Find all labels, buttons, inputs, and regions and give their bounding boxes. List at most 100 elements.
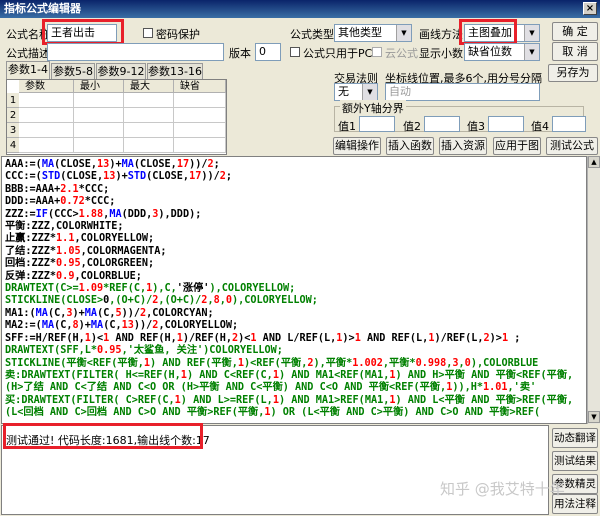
param-cell[interactable] (124, 138, 174, 153)
param-cell[interactable] (174, 138, 226, 153)
param-row-number: 2 (7, 108, 19, 123)
insert-resource-button[interactable]: 插入资源 (439, 137, 487, 155)
code-line: AAA:=(MA(CLOSE,13)+MA(CLOSE,17))/2; (5, 159, 220, 170)
param-row-number: 1 (7, 93, 19, 108)
formula-editor-window: 指标公式编辑器 × 公式名称 王者出击 密码保护 公式类型 其他类型 ▼ 画线方… (0, 0, 600, 516)
tab-params-9-12[interactable]: 参数9-12 (96, 63, 146, 79)
value1-label: 值1 (338, 120, 356, 133)
highlight-draw (459, 19, 517, 45)
code-line: DRAWTEXT(SFF,L*0.95,'太鲨鱼, 关注')COLORYELLO… (5, 345, 283, 357)
code-line: STICKLINE(CLOSE>0,(O+C)/2,(O+C)/2,8,0),C… (5, 295, 318, 307)
code-line: DDD:=AAA+0.72*CCC; (5, 196, 116, 208)
code-line: 反弹:ZZZ*0.9,COLORBLUE; (5, 270, 142, 282)
param-cell[interactable] (174, 93, 226, 108)
tab-params-5-8[interactable]: 参数5-8 (51, 63, 95, 79)
code-line: 了结:ZZZ*1.05,COLORMAGENTA; (5, 245, 167, 257)
tab-params-1-4[interactable]: 参数1-4 (6, 61, 50, 79)
param-cell[interactable] (74, 123, 124, 138)
decimals-select[interactable]: 缺省位数 ▼ (464, 43, 540, 61)
pc-only-label: 公式只用于PC (303, 47, 373, 60)
cancel-button[interactable]: 取 消 (552, 42, 598, 61)
scroll-down-icon[interactable]: ▼ (588, 411, 600, 423)
param-cell[interactable] (174, 123, 226, 138)
value4-label: 值4 (531, 120, 549, 133)
save-as-button[interactable]: 另存为 (548, 64, 598, 82)
code-line: 回档:ZZZ*0.95,COLORGREEN; (5, 258, 155, 270)
chevron-down-icon: ▼ (524, 44, 539, 60)
type-select[interactable]: 其他类型 ▼ (334, 24, 412, 42)
code-line: 止赢:ZZZ*1.1,COLORYELLOW; (5, 233, 155, 245)
tab-params-13-16[interactable]: 参数13-16 (147, 63, 203, 79)
code-line: STICKLINE(平衡<REF(平衡,1) AND REF(平衡,1)<REF… (5, 357, 539, 369)
test-formula-button[interactable]: 测试公式 (546, 137, 598, 155)
code-line: 平衡:ZZZ,COLORWHITE; (5, 221, 124, 233)
code-scrollbar[interactable]: ▲ ▼ (587, 156, 600, 424)
code-line: CCC:=(STD(CLOSE,13)+STD(CLOSE,17))/2; (5, 171, 233, 183)
param-cell[interactable] (19, 93, 74, 108)
cloud-label: 云公式 (385, 47, 418, 60)
param-cell[interactable] (124, 108, 174, 123)
value2-label: 值2 (403, 120, 421, 133)
version-input[interactable]: 0 (255, 43, 281, 61)
insert-function-button[interactable]: 插入函数 (386, 137, 434, 155)
decimals-label: 显示小数 (419, 47, 463, 60)
param-header-name: 参数 (19, 80, 74, 93)
code-line: BBB:=AAA+2.1*CCC; (5, 183, 110, 195)
param-row-number: 4 (7, 138, 19, 153)
highlight-name (42, 19, 124, 45)
decimals-value: 缺省位数 (468, 45, 512, 58)
window-title: 指标公式编辑器 (4, 2, 81, 15)
desc-input[interactable] (47, 43, 224, 61)
code-line: 买:DRAWTEXT(FILTER( C>REF(C,1) AND L>=REF… (5, 394, 574, 406)
password-label: 密码保护 (156, 28, 200, 41)
ok-button[interactable]: 确 定 (552, 22, 598, 41)
code-line: ZZZ:=IF(CCC>1.88,MA(DDD,3),DDD); (5, 208, 202, 220)
apply-to-chart-button[interactable]: 应用于图 (493, 137, 541, 155)
close-icon[interactable]: × (583, 2, 597, 15)
param-cell[interactable] (174, 108, 226, 123)
chevron-down-icon: ▼ (524, 25, 539, 41)
coord-input[interactable]: 自动 (385, 83, 540, 101)
param-header-max: 最大 (124, 80, 174, 93)
watermark: 知乎 @我艾特十年 (440, 480, 565, 498)
value3-label: 值3 (467, 120, 485, 133)
param-cell[interactable] (74, 138, 124, 153)
code-line: MA2:=(MA(C,8)+MA(C,13))/2,COLORYELLOW; (5, 320, 239, 332)
trade-rule-select[interactable]: 无 ▼ (334, 83, 378, 101)
param-cell[interactable] (19, 108, 74, 123)
code-line: (L<回档 AND C>回档 AND C>O AND 平衡>REF(平衡,1) … (5, 407, 541, 419)
value1-input[interactable] (359, 116, 395, 132)
param-cell[interactable] (19, 123, 74, 138)
param-table: 参数 最小 最大 缺省 1 2 3 4 (6, 79, 227, 155)
code-line: MA1:(MA(C,3)+MA(C,5))/2,COLORCYAN; (5, 307, 214, 319)
draw-method-label: 画线方法 (419, 28, 463, 41)
code-line: SFF:=H/REF(H,1)<1 AND REF(H,1)/REF(H,2)<… (5, 332, 521, 344)
edit-ops-button[interactable]: 编辑操作 (333, 137, 381, 155)
extra-axis-label: 额外Y轴分界 (340, 100, 406, 116)
param-cell[interactable] (19, 138, 74, 153)
chevron-down-icon: ▼ (362, 84, 377, 100)
param-cell[interactable] (74, 108, 124, 123)
desc-label: 公式描述 (6, 47, 50, 60)
value2-input[interactable] (424, 116, 460, 132)
scroll-up-icon[interactable]: ▲ (588, 156, 600, 168)
param-header-min: 最小 (74, 80, 124, 93)
dynamic-translate-button[interactable]: 动态翻译 (552, 428, 598, 448)
type-label: 公式类型 (290, 28, 334, 41)
code-text: AAA:=(MA(CLOSE,13)+MA(CLOSE,17))/2; CCC:=… (5, 159, 573, 420)
param-header-default: 缺省 (174, 80, 226, 93)
param-cell[interactable] (124, 93, 174, 108)
version-label: 版本 (229, 47, 251, 60)
code-line: DRAWTEXT(C>=1.09*REF(C,1),C,'涨停'),COLORY… (5, 283, 296, 295)
chevron-down-icon: ▼ (396, 25, 411, 41)
test-result-button[interactable]: 测试结果 (552, 451, 598, 471)
param-cell[interactable] (124, 123, 174, 138)
param-cell[interactable] (74, 93, 124, 108)
value4-input[interactable] (552, 116, 586, 132)
value3-input[interactable] (488, 116, 524, 132)
cloud-checkbox[interactable] (372, 47, 382, 57)
pc-only-checkbox[interactable] (290, 47, 300, 57)
code-editor[interactable]: AAA:=(MA(CLOSE,13)+MA(CLOSE,17))/2; CCC:=… (1, 156, 587, 424)
trade-rule-value: 无 (338, 85, 349, 98)
password-checkbox[interactable] (143, 28, 153, 38)
